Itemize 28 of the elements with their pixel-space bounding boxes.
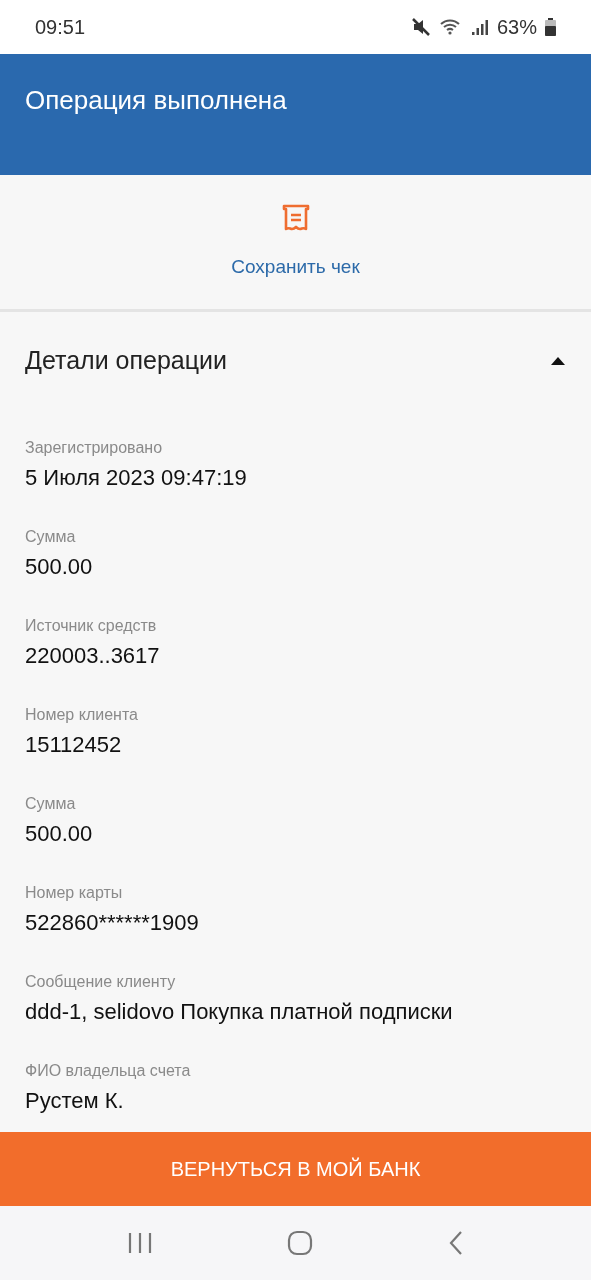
field-value: ddd-1, selidovo Покупка платной подписки: [25, 997, 453, 1026]
field-label: Источник средств: [25, 615, 157, 636]
field-label: ФИО владельца счета: [25, 1060, 191, 1081]
battery-icon: [545, 18, 556, 36]
field-value: 5 Июля 2023 09:47:19: [25, 463, 247, 492]
details-header[interactable]: Детали операции: [25, 312, 566, 438]
mute-icon: [410, 17, 431, 37]
recent-apps-icon[interactable]: [127, 1231, 154, 1255]
field-label: Сообщение клиенту: [25, 971, 176, 992]
field-label: Зарегистрировано: [25, 437, 163, 458]
return-button[interactable]: ВЕРНУТЬСЯ В МОЙ БАНК: [0, 1132, 591, 1206]
home-icon[interactable]: [287, 1230, 314, 1256]
receipt-icon: [280, 203, 311, 233]
field-value: 220003..3617: [25, 641, 160, 670]
status-time: 09:51: [35, 15, 86, 40]
battery-percent: 63%: [496, 15, 537, 40]
field-value: 522860******1909: [25, 908, 199, 937]
field-value: 500.00: [25, 819, 93, 848]
field-label: Сумма: [25, 526, 76, 547]
screen-title: Операция выполнена: [25, 84, 287, 116]
field-label: Сумма: [25, 793, 76, 814]
field-label: Номер клиента: [25, 704, 138, 725]
signal-icon: [470, 18, 489, 36]
field-value: Рустем К.: [25, 1086, 124, 1115]
back-icon[interactable]: [447, 1230, 464, 1256]
field-value: 500.00: [25, 552, 93, 581]
field-value: 15112452: [25, 730, 122, 759]
field-label: Номер карты: [25, 882, 123, 903]
